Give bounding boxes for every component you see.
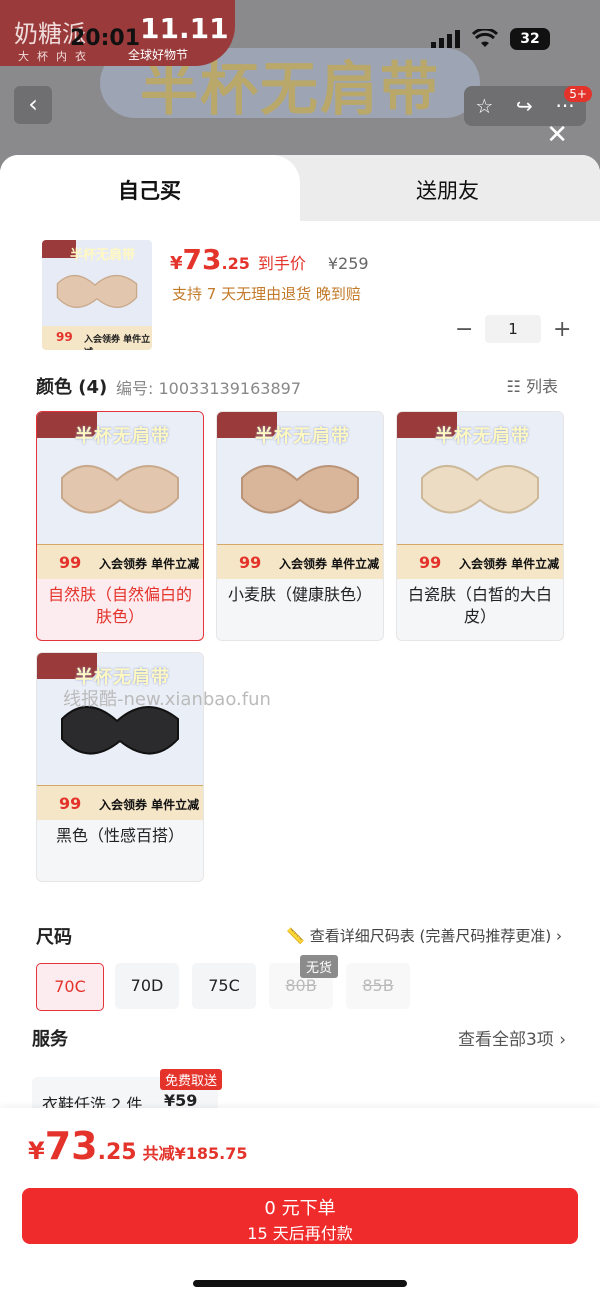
bra-image bbox=[56, 274, 138, 308]
color-option-label: 白瓷肤（白皙的大白皮） bbox=[407, 585, 552, 626]
plus-icon[interactable]: + bbox=[553, 317, 571, 342]
size-option-70c[interactable]: 70C bbox=[36, 963, 104, 1011]
service-title: 服务 bbox=[32, 1029, 68, 1050]
minus-icon[interactable]: − bbox=[455, 317, 473, 342]
total-discount: 共减¥185.75 bbox=[142, 1144, 248, 1163]
thumb-strip: 99 入会领券 单件立减 bbox=[42, 326, 152, 350]
promo-strip: 99 入会领券 单件立减 bbox=[397, 544, 563, 579]
list-icon: ☷ bbox=[506, 377, 521, 396]
size-chart-label: 查看详细尺码表 (完善尺码推荐更准) bbox=[309, 927, 552, 945]
list-label: 列表 bbox=[525, 377, 558, 396]
color-option-image: 半杯无肩带 99 入会领券 单件立减 bbox=[397, 412, 563, 579]
size-option-75c[interactable]: 75C bbox=[192, 963, 256, 1009]
tab-buy-self[interactable]: 自己买 bbox=[118, 175, 181, 205]
close-icon[interactable]: ✕ bbox=[546, 120, 568, 150]
checkout-footer: ¥73.25 共减¥185.75 0 元下单 15 天后再付款 bbox=[0, 1108, 600, 1300]
bra-image bbox=[421, 465, 539, 514]
quantity-stepper: − 1 + bbox=[455, 315, 571, 343]
size-option-70d[interactable]: 70D bbox=[115, 963, 179, 1009]
color-option-label: 自然肤（自然偏白的肤色） bbox=[47, 585, 192, 626]
color-option-wheat[interactable]: 半杯无肩带 99 入会领券 单件立减 小麦肤（健康肤色） bbox=[216, 411, 384, 641]
color-option-image: 半杯无肩带 99 入会领券 单件立减 bbox=[37, 653, 203, 820]
color-title: 颜色 (4) bbox=[36, 377, 108, 398]
pay-button-line2: 15 天后再付款 bbox=[247, 1224, 353, 1243]
card-banner: 半杯无肩带 bbox=[255, 426, 350, 447]
thumb-strip-text: 入会领券 单件立减 bbox=[84, 335, 151, 350]
notification-badge: 5+ bbox=[564, 86, 592, 102]
current-price: ¥73.25 bbox=[170, 243, 250, 276]
back-button[interactable]: ‹ bbox=[14, 86, 52, 124]
service-badge: 免费取送 bbox=[160, 1069, 223, 1090]
original-price: ¥259 bbox=[327, 254, 369, 273]
star-icon[interactable]: ☆ bbox=[475, 94, 493, 118]
pay-later-button[interactable]: 0 元下单 15 天后再付款 bbox=[22, 1188, 578, 1244]
color-option-porcelain[interactable]: 半杯无肩带 99 入会领券 单件立减 白瓷肤（白皙的大白皮） bbox=[396, 411, 564, 641]
service-promise: 支持 7 天无理由退货 晚到赔 bbox=[172, 285, 361, 303]
chevron-right-icon: › bbox=[556, 927, 562, 945]
color-option-image: 半杯无肩带 99 入会领券 单件立减 bbox=[37, 412, 203, 579]
battery-icon: 32 bbox=[510, 28, 550, 50]
purchase-tabs: 自己买 送朋友 bbox=[0, 155, 600, 221]
footer-price: ¥73.25 共减¥185.75 bbox=[28, 1124, 248, 1168]
thumb-banner: 半杯无肩带 bbox=[70, 248, 136, 263]
service-view-all-label: 查看全部3项 bbox=[457, 1030, 554, 1050]
signal-icon bbox=[431, 30, 460, 48]
tab-gift-friend[interactable]: 送朋友 bbox=[416, 175, 479, 205]
wifi-icon bbox=[472, 29, 498, 47]
bra-image bbox=[61, 465, 179, 514]
share-icon[interactable]: ↪ bbox=[516, 94, 533, 118]
pay-button-line1: 0 元下单 bbox=[264, 1198, 336, 1219]
size-chart-link[interactable]: 📏 查看详细尺码表 (完善尺码推荐更准) › bbox=[286, 925, 562, 946]
thumb-price: 99 bbox=[56, 330, 73, 344]
background-product-banner: 半杯无肩带 奶糖派 大杯内衣 11.11 全球好物节 20:01 32 ‹ ☆ … bbox=[0, 0, 600, 170]
promo-strip: 99 入会领券 单件立减 bbox=[37, 544, 203, 579]
home-indicator bbox=[193, 1280, 407, 1287]
out-of-stock-badge: 无货 bbox=[300, 955, 339, 978]
price-tag: 到手价 bbox=[257, 254, 306, 273]
price-line: ¥73.25 到手价 ¥259 bbox=[170, 243, 369, 276]
quantity-input[interactable]: 1 bbox=[485, 315, 541, 343]
color-option-label: 黑色（性感百搭） bbox=[55, 826, 184, 845]
product-thumbnail[interactable]: 半杯无肩带 99 入会领券 单件立减 bbox=[42, 240, 152, 350]
card-banner: 半杯无肩带 bbox=[75, 426, 170, 447]
color-option-natural[interactable]: 半杯无肩带 99 入会领券 单件立减 自然肤（自然偏白的肤色） bbox=[36, 411, 204, 641]
product-code: 编号: 10033139163897 bbox=[116, 379, 301, 398]
color-option-label: 小麦肤（健康肤色） bbox=[227, 585, 372, 604]
promo-strip: 99 入会领券 单件立减 bbox=[37, 785, 203, 820]
chevron-right-icon: › bbox=[559, 1030, 566, 1050]
watermark: 线报酷-new.xianbao.fun bbox=[63, 689, 271, 710]
event-logo: 11.11 bbox=[140, 12, 229, 45]
list-view-toggle[interactable]: ☷ 列表 bbox=[507, 373, 558, 397]
service-view-all[interactable]: 查看全部3项 › bbox=[458, 1025, 566, 1050]
size-title: 尺码 bbox=[36, 927, 72, 948]
ruler-icon: 📏 bbox=[286, 927, 305, 945]
color-option-image: 半杯无肩带 99 入会领券 单件立减 bbox=[217, 412, 383, 579]
status-icons: 32 bbox=[431, 28, 550, 50]
status-time: 20:01 bbox=[70, 26, 141, 51]
card-banner: 半杯无肩带 bbox=[435, 426, 530, 447]
promo-strip: 99 入会领券 单件立减 bbox=[217, 544, 383, 579]
bra-image bbox=[241, 465, 359, 514]
size-option-85b: 85B bbox=[346, 963, 410, 1009]
